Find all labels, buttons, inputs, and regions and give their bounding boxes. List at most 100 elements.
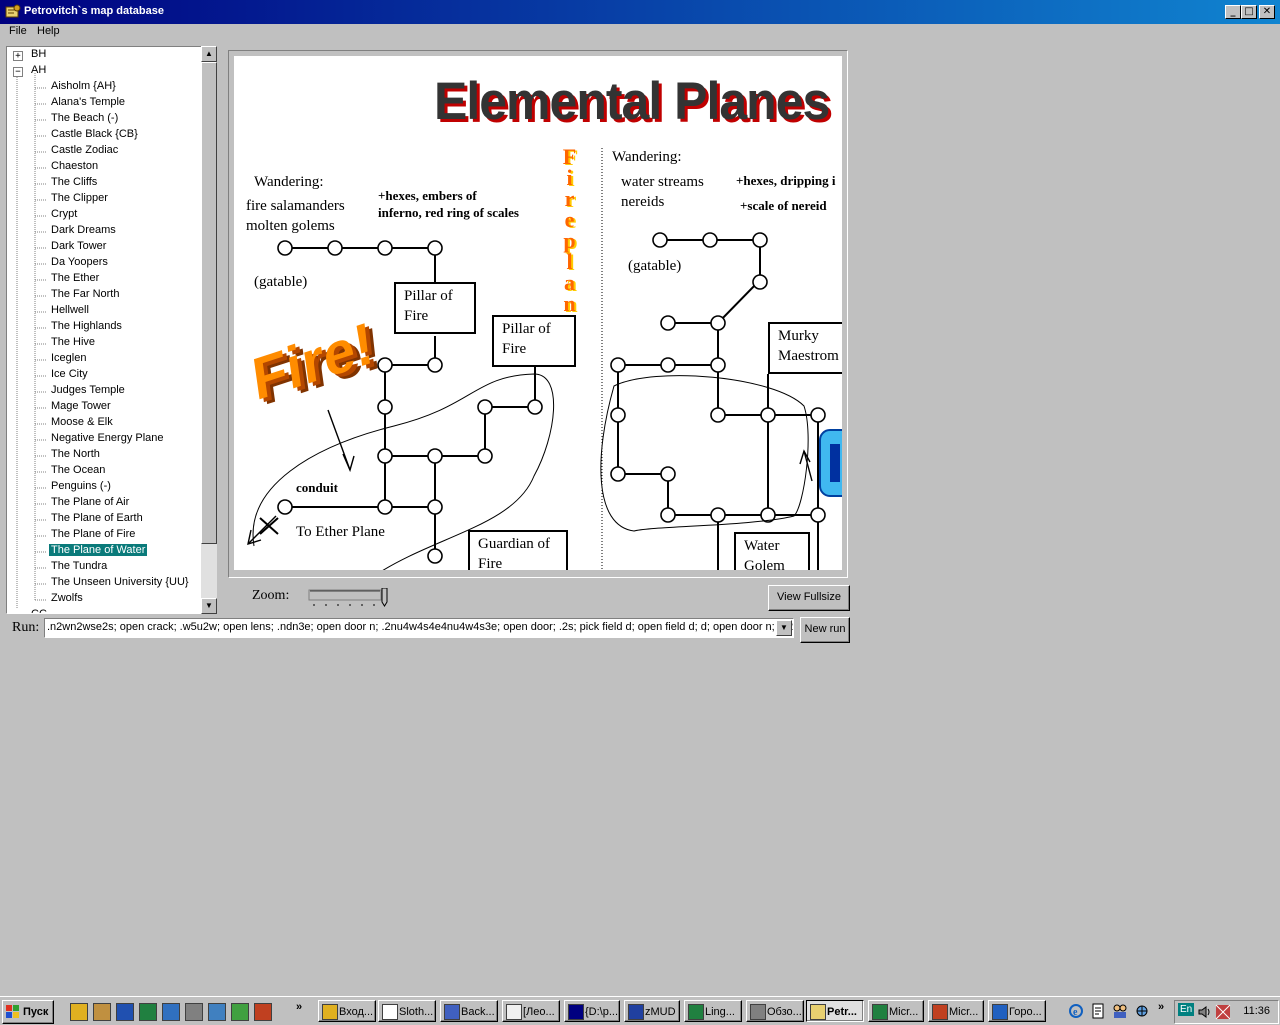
room-node[interactable] bbox=[327, 240, 343, 256]
tree-item[interactable]: Alana's Temple bbox=[49, 96, 127, 108]
taskbar-button[interactable]: Ling... bbox=[684, 1000, 742, 1022]
tree-item[interactable]: The Plane of Earth bbox=[49, 512, 145, 524]
tree-item[interactable]: Dark Tower bbox=[49, 240, 108, 252]
chevron-down-icon[interactable]: ▼ bbox=[776, 620, 792, 636]
room-node[interactable] bbox=[377, 499, 393, 515]
collapse-icon[interactable]: − bbox=[13, 67, 23, 77]
room-node[interactable] bbox=[610, 407, 626, 423]
tree-item[interactable]: Castle Black {CB} bbox=[49, 128, 140, 140]
pencil-icon[interactable] bbox=[93, 1003, 111, 1021]
run-combobox[interactable]: .n2wn2wse2s; open crack; .w5u2w; open le… bbox=[44, 618, 794, 638]
tree-item[interactable]: Penguins (-) bbox=[49, 480, 113, 492]
ie-icon[interactable]: e bbox=[1068, 1003, 1084, 1019]
room-node[interactable] bbox=[752, 232, 768, 248]
monitor-icon[interactable] bbox=[208, 1003, 226, 1021]
taskbar-button[interactable]: Micr... bbox=[868, 1000, 924, 1022]
tree-node-ah[interactable]: AH bbox=[29, 64, 48, 76]
tree-node-bh[interactable]: BH bbox=[29, 48, 48, 60]
word-icon[interactable] bbox=[116, 1003, 134, 1021]
network-icon[interactable] bbox=[1134, 1003, 1150, 1019]
zoom-slider[interactable] bbox=[308, 588, 388, 608]
people-icon[interactable] bbox=[1112, 1003, 1128, 1019]
tree-item[interactable]: The Cliffs bbox=[49, 176, 99, 188]
tree-item[interactable]: The Highlands bbox=[49, 320, 124, 332]
taskbar-button[interactable]: Горо... bbox=[988, 1000, 1046, 1022]
tree-item[interactable]: The Plane of Water bbox=[47, 543, 149, 557]
menu-file[interactable]: File bbox=[9, 25, 27, 37]
leaf-icon[interactable] bbox=[254, 1003, 272, 1021]
room-node[interactable] bbox=[710, 507, 726, 523]
taskbar-button[interactable]: Вход... bbox=[318, 1000, 376, 1022]
room-node[interactable] bbox=[527, 399, 543, 415]
room-node[interactable] bbox=[702, 232, 718, 248]
room-water-golem[interactable]: Water Golem bbox=[734, 532, 810, 570]
scrollbar-thumb[interactable] bbox=[201, 62, 217, 544]
expand-icon[interactable]: + bbox=[13, 51, 23, 61]
room-node[interactable] bbox=[427, 448, 443, 464]
room-node[interactable] bbox=[660, 466, 676, 482]
tree-item[interactable]: Chaeston bbox=[49, 160, 100, 172]
maximize-button[interactable]: □ bbox=[1241, 5, 1257, 19]
tree-item[interactable]: The North bbox=[49, 448, 102, 460]
volume-icon[interactable] bbox=[1197, 1004, 1213, 1020]
music-icon[interactable] bbox=[231, 1003, 249, 1021]
taskbar-button[interactable]: [Лео... bbox=[502, 1000, 560, 1022]
room-node[interactable] bbox=[710, 315, 726, 331]
room-pillar-of-fire[interactable]: Pillar of Fire bbox=[492, 315, 576, 367]
taskbar-button[interactable]: Back... bbox=[440, 1000, 498, 1022]
scroll-down-button[interactable]: ▼ bbox=[201, 598, 217, 614]
tray-more-icon[interactable]: » bbox=[1158, 1001, 1164, 1013]
tree-node-partial[interactable]: CC bbox=[29, 608, 49, 613]
room-node[interactable] bbox=[277, 240, 293, 256]
library-icon[interactable] bbox=[162, 1003, 180, 1021]
tree-item[interactable]: Iceglen bbox=[49, 352, 88, 364]
tree-item[interactable]: Crypt bbox=[49, 208, 79, 220]
taskbar-button[interactable]: Micr... bbox=[928, 1000, 984, 1022]
room-node[interactable] bbox=[752, 274, 768, 290]
tree-item[interactable]: Dark Dreams bbox=[49, 224, 118, 236]
room-node[interactable] bbox=[427, 240, 443, 256]
room-guardian-of-fire[interactable]: Guardian of Fire bbox=[468, 530, 568, 570]
tree-item[interactable]: Mage Tower bbox=[49, 400, 113, 412]
quicklaunch-more-icon[interactable]: » bbox=[296, 1001, 302, 1013]
room-node[interactable] bbox=[652, 232, 668, 248]
start-button[interactable]: Пуск bbox=[2, 1000, 54, 1024]
language-indicator[interactable]: En bbox=[1178, 1003, 1195, 1016]
tree-item[interactable]: Aisholm {AH} bbox=[49, 80, 118, 92]
search-icon[interactable] bbox=[185, 1003, 203, 1021]
room-pillar-of-fire[interactable]: Pillar of Fire bbox=[394, 282, 476, 334]
room-node[interactable] bbox=[277, 499, 293, 515]
tree-item[interactable]: Moose & Elk bbox=[49, 416, 115, 428]
run-input[interactable]: .n2wn2wse2s; open crack; .w5u2w; open le… bbox=[47, 621, 793, 633]
view-fullsize-button[interactable]: View Fullsize bbox=[768, 585, 850, 611]
room-node[interactable] bbox=[810, 407, 826, 423]
tree-item[interactable]: Zwolfs bbox=[49, 592, 85, 604]
tree-item[interactable]: The Ether bbox=[49, 272, 101, 284]
tree-item[interactable]: The Plane of Air bbox=[49, 496, 131, 508]
tree-item[interactable]: Hellwell bbox=[49, 304, 91, 316]
map-tree[interactable]: BH + AH − Aisholm {AH} Alana's Temple The Beac… bbox=[6, 46, 208, 614]
room-node[interactable] bbox=[610, 466, 626, 482]
excel-icon[interactable] bbox=[139, 1003, 157, 1021]
close-button[interactable]: ✕ bbox=[1259, 5, 1275, 19]
tree-item[interactable]: Castle Zodiac bbox=[49, 144, 120, 156]
room-node[interactable] bbox=[710, 357, 726, 373]
room-node[interactable] bbox=[377, 448, 393, 464]
room-node[interactable] bbox=[427, 548, 443, 564]
room-node[interactable] bbox=[477, 399, 493, 415]
tree-item[interactable]: The Tundra bbox=[49, 560, 109, 572]
taskbar-button[interactable]: Sloth... bbox=[378, 1000, 436, 1022]
new-run-button[interactable]: New run bbox=[800, 617, 850, 643]
taskbar-button[interactable]: Petr... bbox=[806, 1000, 864, 1022]
document-icon[interactable] bbox=[1090, 1003, 1106, 1019]
tree-item[interactable]: The Far North bbox=[49, 288, 121, 300]
outlook-icon[interactable] bbox=[70, 1003, 88, 1021]
tree-item[interactable]: Negative Energy Plane bbox=[49, 432, 166, 444]
minimize-button[interactable]: _ bbox=[1225, 5, 1241, 19]
room-node[interactable] bbox=[427, 357, 443, 373]
tree-item[interactable]: The Clipper bbox=[49, 192, 110, 204]
room-node[interactable] bbox=[710, 407, 726, 423]
room-node[interactable] bbox=[760, 407, 776, 423]
tree-item[interactable]: The Ocean bbox=[49, 464, 107, 476]
room-node[interactable] bbox=[610, 357, 626, 373]
